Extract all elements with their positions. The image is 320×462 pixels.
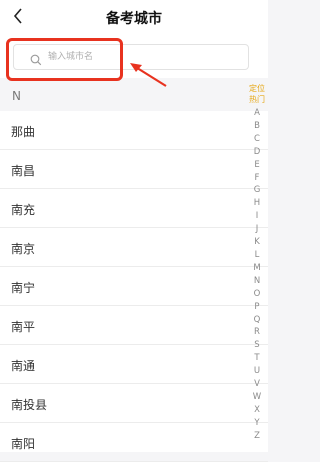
index-letter[interactable]: C bbox=[246, 133, 268, 146]
index-letter[interactable]: M bbox=[246, 262, 268, 275]
search-bar bbox=[0, 34, 268, 78]
index-letter[interactable]: F bbox=[246, 172, 268, 185]
city-row[interactable]: 南平 bbox=[0, 306, 268, 345]
city-row[interactable]: 南充 bbox=[0, 189, 268, 228]
city-name: 南阳 bbox=[11, 437, 36, 451]
index-letter[interactable]: R bbox=[246, 326, 268, 339]
city-name: 南投县 bbox=[11, 398, 48, 412]
index-letter[interactable]: V bbox=[246, 378, 268, 391]
city-list: 那曲 南昌 南充 南京 南宁 南平 南通 南投县 南阳 bbox=[0, 111, 268, 462]
index-letter[interactable]: A bbox=[246, 107, 268, 120]
city-name: 南宁 bbox=[11, 281, 36, 295]
index-letter[interactable]: Z bbox=[246, 430, 268, 443]
search-icon bbox=[30, 51, 42, 66]
city-row[interactable]: 南京 bbox=[0, 228, 268, 267]
city-row[interactable]: 南阳 bbox=[0, 423, 268, 462]
index-letter[interactable]: O bbox=[246, 288, 268, 301]
index-letter[interactable]: D bbox=[246, 146, 268, 159]
index-letter[interactable]: W bbox=[246, 391, 268, 404]
city-name: 那曲 bbox=[11, 125, 36, 139]
page-title: 备考城市 bbox=[106, 11, 162, 27]
index-letter[interactable]: Y bbox=[246, 417, 268, 430]
index-locate[interactable]: 定位 bbox=[249, 83, 265, 94]
index-letter[interactable]: H bbox=[246, 197, 268, 210]
index-letter[interactable]: U bbox=[246, 365, 268, 378]
city-name: 南充 bbox=[11, 203, 36, 217]
city-row[interactable]: 南宁 bbox=[0, 267, 268, 306]
section-letter: N bbox=[12, 89, 21, 103]
city-name: 南京 bbox=[11, 242, 36, 256]
index-letter[interactable]: E bbox=[246, 159, 268, 172]
index-letter[interactable]: X bbox=[246, 404, 268, 417]
index-hot[interactable]: 热门 bbox=[249, 94, 265, 105]
search-input[interactable] bbox=[48, 49, 238, 65]
index-letter[interactable]: B bbox=[246, 120, 268, 133]
index-letter[interactable]: K bbox=[246, 236, 268, 249]
index-letter[interactable]: P bbox=[246, 301, 268, 314]
index-letter[interactable]: Q bbox=[246, 314, 268, 327]
index-letter[interactable]: T bbox=[246, 352, 268, 365]
section-header: N bbox=[0, 81, 240, 111]
city-name: 南通 bbox=[11, 359, 36, 373]
city-name: 南昌 bbox=[11, 164, 36, 178]
city-name: 南平 bbox=[11, 320, 36, 334]
index-letter[interactable]: S bbox=[246, 339, 268, 352]
index-letter[interactable]: G bbox=[246, 184, 268, 197]
nav-bar: 备考城市 bbox=[0, 0, 268, 34]
city-row[interactable]: 南投县 bbox=[0, 384, 268, 423]
index-letter[interactable]: N bbox=[246, 275, 268, 288]
alphabet-index: 定位 热门 A B C D E F G H I J K L M N O P Q … bbox=[246, 83, 268, 452]
city-row[interactable]: 那曲 bbox=[0, 111, 268, 150]
index-letter[interactable]: J bbox=[246, 223, 268, 236]
city-row[interactable]: 南昌 bbox=[0, 150, 268, 189]
search-box[interactable] bbox=[13, 44, 249, 70]
city-row[interactable]: 南通 bbox=[0, 345, 268, 384]
index-letter[interactable]: L bbox=[246, 249, 268, 262]
index-letter[interactable]: I bbox=[246, 210, 268, 223]
